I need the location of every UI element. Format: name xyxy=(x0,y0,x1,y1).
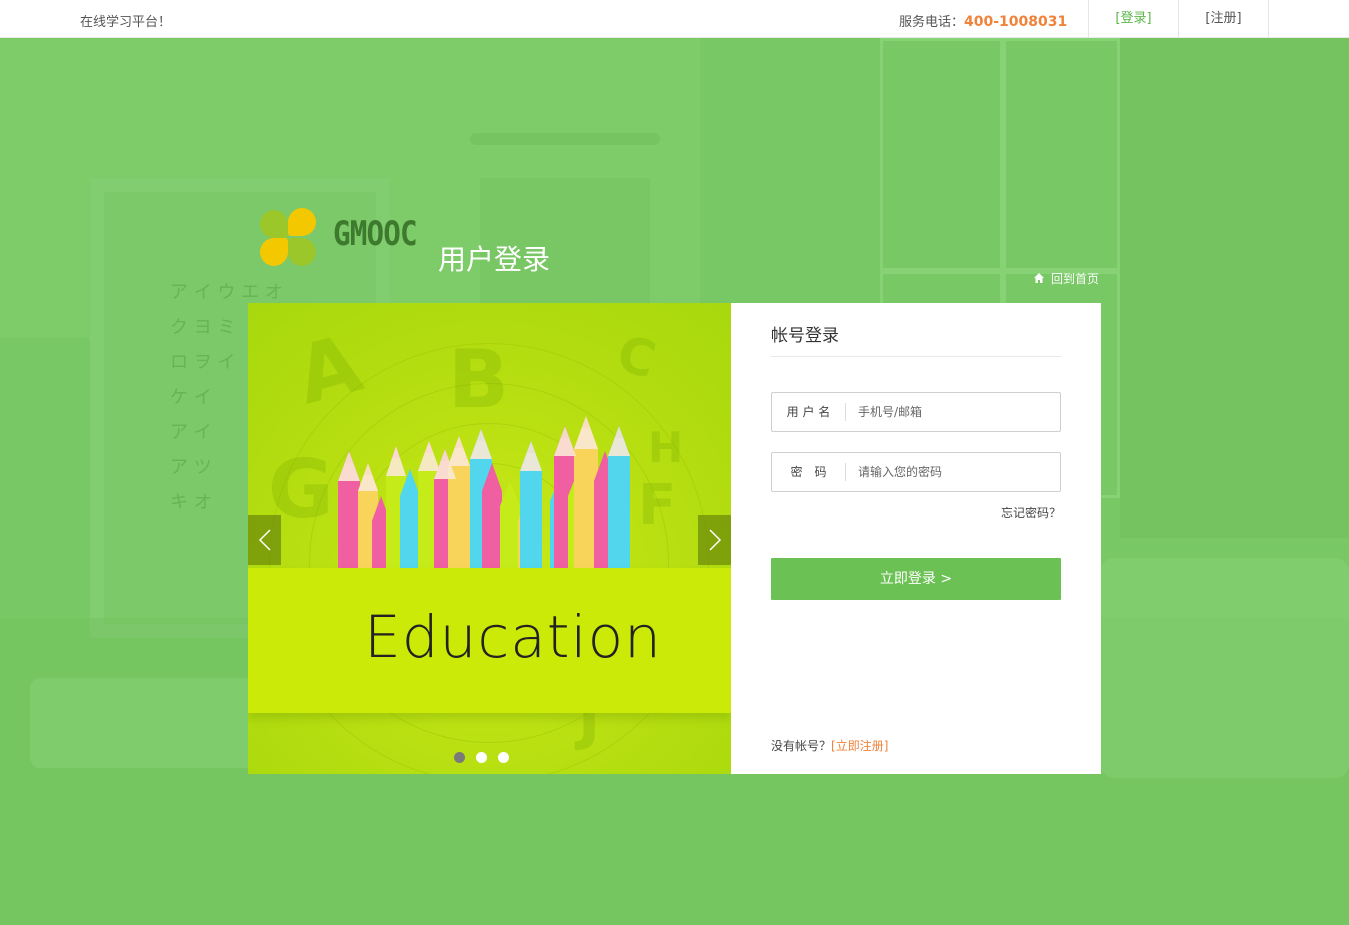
forgot-password-link[interactable]: 忘记密码？ xyxy=(1001,504,1061,521)
top-login-link[interactable]: [登录] xyxy=(1088,0,1178,38)
service-label: 服务电话： xyxy=(899,15,965,30)
carousel-dots xyxy=(454,748,520,767)
site-slogan: 在线学习平台！ xyxy=(80,15,172,30)
service-hotline: 服务电话：400-1008031 xyxy=(899,11,1067,30)
login-heading: 帐号登录 xyxy=(771,326,839,346)
brand-name[interactable]: GMOOC xyxy=(333,214,418,254)
service-phone: 400-1008031 xyxy=(964,14,1068,30)
password-field[interactable]: 密 码 xyxy=(771,452,1061,492)
password-label: 密 码 xyxy=(790,465,827,479)
carousel-dot-3[interactable] xyxy=(498,752,509,763)
field-separator xyxy=(845,463,846,481)
carousel-prev-button[interactable] xyxy=(248,515,281,565)
carousel-next-button[interactable] xyxy=(698,515,731,565)
banner-carousel[interactable]: A B C G H F J Education xyxy=(248,303,731,774)
top-register-link[interactable]: [注册] xyxy=(1178,0,1269,38)
carousel-caption: Education xyxy=(364,603,662,671)
username-input[interactable] xyxy=(858,393,1048,431)
top-bar: 在线学习平台！ 服务电话：400-1008031 [登录] [注册] xyxy=(0,0,1349,38)
login-submit-button[interactable]: 立即登录 > xyxy=(771,558,1061,600)
no-account-prompt: 没有帐号？[立即注册] xyxy=(771,737,888,754)
field-separator xyxy=(845,403,846,421)
heading-divider xyxy=(771,356,1061,357)
back-home-label: 回到首页 xyxy=(1051,272,1100,286)
gmooc-logo-icon[interactable] xyxy=(258,208,318,268)
register-now-link[interactable]: [立即注册] xyxy=(831,739,888,753)
username-label: 用 户 名 xyxy=(786,405,831,419)
no-account-text: 没有帐号？ xyxy=(771,739,832,753)
page-title: 用户登录 xyxy=(438,243,551,276)
carousel-dot-1[interactable] xyxy=(454,752,465,763)
home-icon xyxy=(1034,273,1044,283)
back-home-link[interactable]: 回到首页 xyxy=(1033,270,1099,287)
username-field[interactable]: 用 户 名 xyxy=(771,392,1061,432)
chevron-right-icon xyxy=(708,529,721,551)
chevron-left-icon xyxy=(258,529,271,551)
password-input[interactable] xyxy=(858,453,1048,491)
login-panel: 帐号登录 用 户 名 密 码 忘记密码？ 立即登录 > 没有帐号？[立即注册] xyxy=(731,303,1101,774)
pencils-illustration xyxy=(338,416,630,571)
carousel-dot-2[interactable] xyxy=(476,752,487,763)
